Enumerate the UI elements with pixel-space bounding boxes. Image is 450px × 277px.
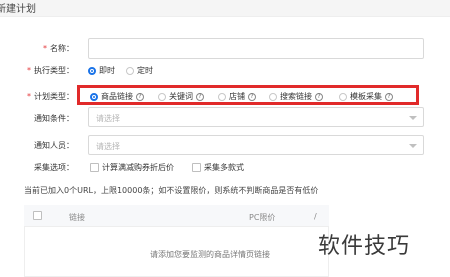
info-text: 当前已加入0个URL，上限10000条；如不设置限价，则系统不判断商品是否有低价	[24, 186, 319, 195]
chevron-down-icon	[409, 116, 417, 120]
chevron-down-icon	[409, 144, 417, 148]
notify-condition-select[interactable]: 请选择	[88, 107, 424, 127]
header-bar: 新建计划	[0, 0, 450, 17]
collect-options-label: 采集选项：	[34, 163, 74, 172]
exec-type-label: * 执行类型：	[27, 66, 74, 75]
notify-condition-label: 通知条件：	[34, 114, 74, 123]
exec-type-immediate-radio[interactable]: 即时	[88, 65, 115, 76]
checkbox-discount-price[interactable]: 计算满减购券折后价	[90, 162, 174, 173]
page-title: 新建计划	[0, 4, 36, 15]
notify-person-label: 通知人员：	[34, 141, 74, 150]
notify-person-select[interactable]: 请选择	[88, 135, 424, 155]
checkbox-multi-style[interactable]: 采集多款式	[192, 162, 244, 173]
select-all-checkbox[interactable]	[33, 211, 42, 220]
highlight-box	[77, 85, 419, 105]
table-empty-text: 请添加您要监测的商品详情页链接	[150, 250, 270, 259]
checkbox-icon	[192, 163, 201, 172]
plan-type-label: * 计划类型：	[27, 92, 74, 101]
checkbox-icon	[90, 163, 99, 172]
column-header-extra: /	[314, 212, 317, 221]
watermark: 软件技巧	[318, 234, 411, 259]
radio-selected-icon	[88, 66, 96, 75]
table-header: 链接 PC限价 /	[24, 205, 329, 227]
exec-type-scheduled-radio[interactable]: 定时	[126, 65, 153, 76]
column-header-link: 链接	[69, 213, 85, 222]
name-input[interactable]	[88, 38, 424, 59]
radio-icon	[126, 66, 134, 75]
name-label: * 名称：	[43, 44, 74, 53]
column-header-pc-price: PC限价	[249, 213, 276, 222]
